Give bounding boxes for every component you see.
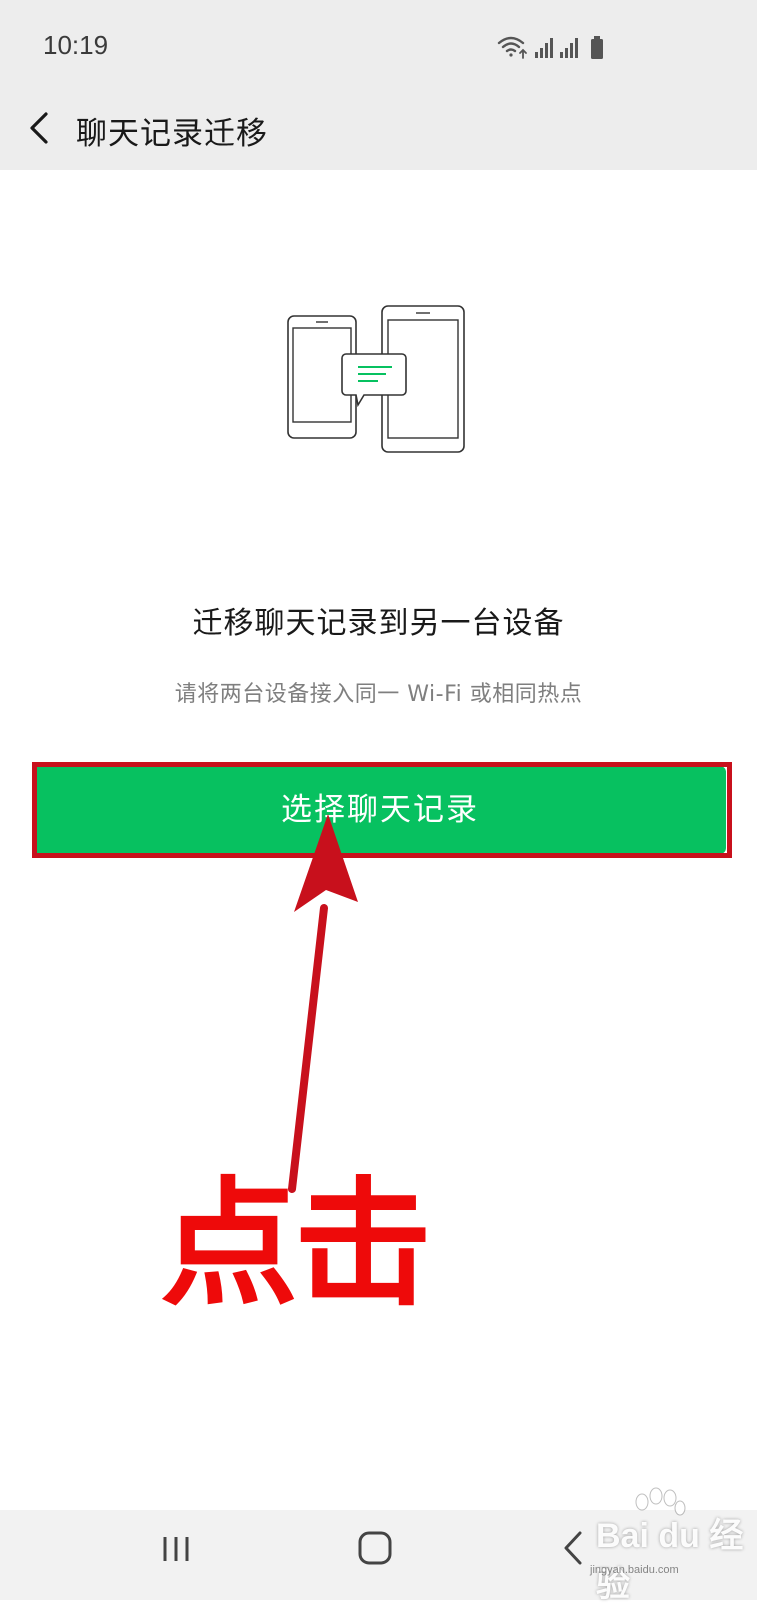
chevron-left-icon[interactable] [22, 108, 62, 148]
annotation-arrow [288, 814, 358, 1193]
signal-icon [535, 38, 553, 58]
click-annotation-text: 点击 [160, 1164, 432, 1325]
phones-transfer-icon [287, 305, 465, 453]
back-icon[interactable] [560, 1528, 586, 1568]
app-bar: 聊天记录迁移 [0, 92, 757, 170]
page-title: 聊天记录迁移 [76, 116, 268, 152]
main-content: 迁移聊天记录到另一台设备 请将两台设备接入同一 Wi-Fi 或相同热点 选择聊天… [0, 170, 757, 1510]
battery-icon [591, 36, 603, 59]
main-heading: 迁移聊天记录到另一台设备 [192, 606, 565, 641]
status-bar: 10:19 [0, 0, 757, 92]
recent-apps-icon[interactable] [160, 1532, 194, 1566]
status-icons [497, 34, 609, 60]
wifi-icon [497, 36, 527, 59]
navigation-bar [0, 1510, 757, 1600]
status-time: 10:19 [43, 30, 109, 60]
select-chat-history-button[interactable]: 选择聊天记录 [34, 766, 726, 854]
home-icon[interactable] [356, 1528, 394, 1568]
sub-text: 请将两台设备接入同一 Wi-Fi 或相同热点 [174, 682, 583, 707]
signal-icon [560, 38, 578, 58]
